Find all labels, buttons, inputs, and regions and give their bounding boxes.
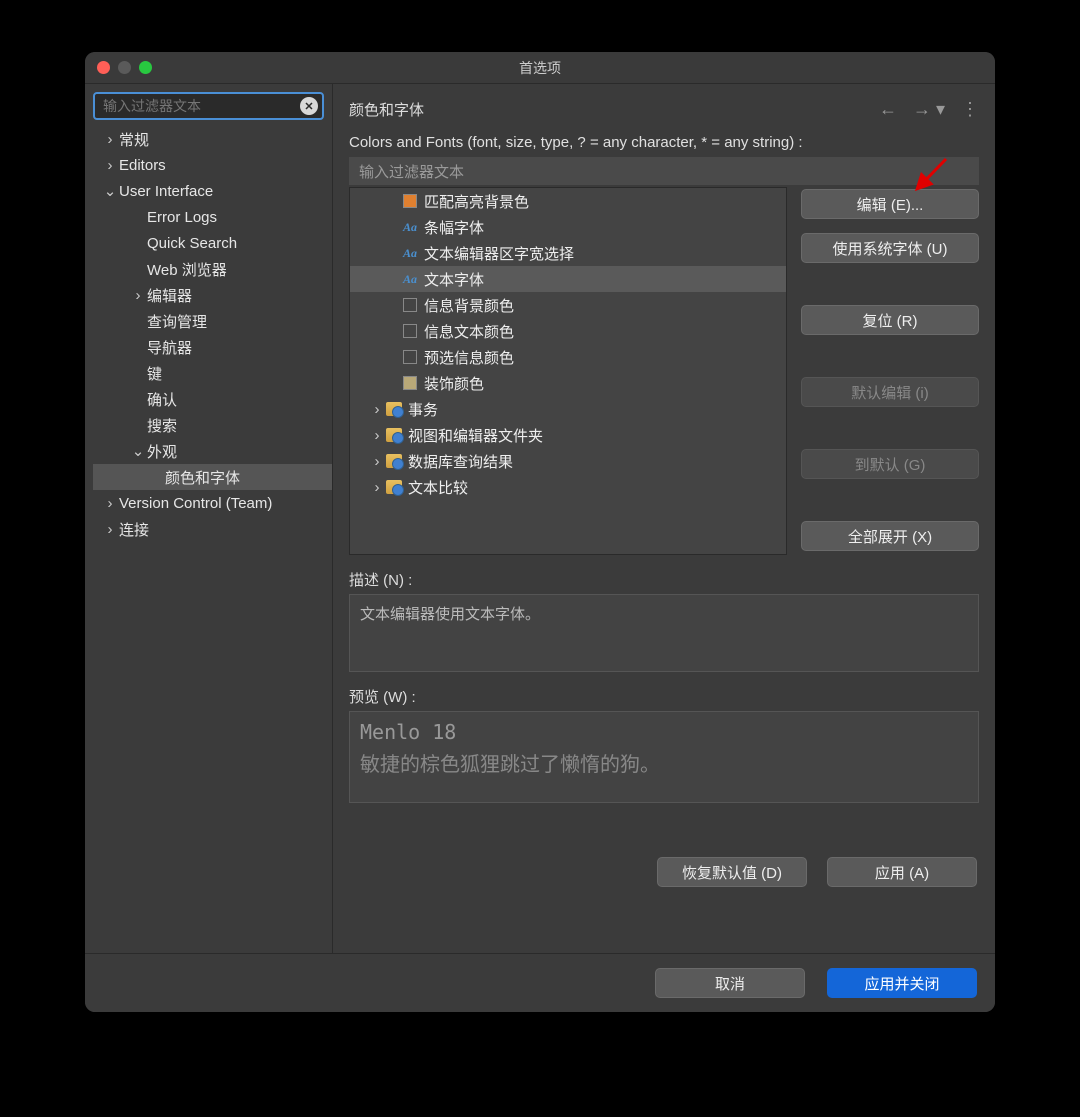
description-text: 文本编辑器使用文本字体。 — [360, 606, 540, 623]
default-edit-button: 默认编辑 (i) — [801, 377, 979, 407]
font-icon: Aa — [402, 271, 418, 287]
preferences-window: 首选项 ›常规›Editors⌄User InterfaceError Logs… — [85, 52, 995, 1012]
description-label: 描述 (N) : — [349, 569, 979, 590]
tree-item[interactable]: 搜索 — [93, 412, 332, 438]
list-item[interactable]: ›视图和编辑器文件夹 — [350, 422, 786, 448]
list-item[interactable]: Aa文本字体 — [350, 266, 786, 292]
tree-item[interactable]: Error Logs — [93, 204, 332, 230]
color-swatch-icon — [402, 323, 418, 339]
font-icon: Aa — [402, 219, 418, 235]
tree-item[interactable]: 键 — [93, 360, 332, 386]
list-item[interactable]: 匹配高亮背景色 — [350, 188, 786, 214]
list-filter-input[interactable]: 输入过滤器文本 — [349, 157, 979, 185]
preview-sample-text: 敏捷的棕色狐狸跳过了懒惰的狗。 — [360, 748, 968, 777]
color-swatch-icon — [402, 375, 418, 391]
filter-placeholder: 输入过滤器文本 — [359, 161, 464, 182]
list-item[interactable]: Aa文本编辑器区字宽选择 — [350, 240, 786, 266]
description-box: 文本编辑器使用文本字体。 — [349, 594, 979, 672]
sidebar-filter-input[interactable] — [93, 92, 324, 120]
list-item[interactable]: ›数据库查询结果 — [350, 448, 786, 474]
tree-item[interactable]: Quick Search — [93, 230, 332, 256]
nav-forward-icon[interactable]: → ▾ — [913, 99, 945, 120]
folder-icon — [386, 453, 402, 469]
nav-back-icon[interactable]: ← — [879, 99, 897, 120]
cancel-button[interactable]: 取消 — [655, 968, 805, 998]
tree-item[interactable]: 导航器 — [93, 334, 332, 360]
folder-icon — [386, 427, 402, 443]
expand-all-button[interactable]: 全部展开 (X) — [801, 521, 979, 551]
tree-item[interactable]: 颜色和字体 — [93, 464, 332, 490]
list-item[interactable]: 装饰颜色 — [350, 370, 786, 396]
tree-item[interactable]: ›Editors — [93, 152, 332, 178]
to-default-button: 到默认 (G) — [801, 449, 979, 479]
colors-fonts-list[interactable]: 匹配高亮背景色Aa条幅字体Aa文本编辑器区字宽选择Aa文本字体信息背景颜色信息文… — [349, 187, 787, 555]
list-item[interactable]: 预选信息颜色 — [350, 344, 786, 370]
sidebar: ›常规›Editors⌄User InterfaceError LogsQuic… — [85, 84, 333, 953]
menu-icon[interactable]: ⋮ — [961, 99, 979, 120]
use-system-font-button[interactable]: 使用系统字体 (U) — [801, 233, 979, 263]
tree-item[interactable]: ⌄外观 — [93, 438, 332, 464]
folder-icon — [386, 479, 402, 495]
tree-item[interactable]: ›编辑器 — [93, 282, 332, 308]
preview-font-name: Menlo 18 — [360, 720, 968, 744]
folder-icon — [386, 401, 402, 417]
list-item[interactable]: 信息背景颜色 — [350, 292, 786, 318]
tree-item[interactable]: 查询管理 — [93, 308, 332, 334]
tree-item[interactable]: Web 浏览器 — [93, 256, 332, 282]
tree-item[interactable]: 确认 — [93, 386, 332, 412]
dialog-footer: 取消 应用并关闭 — [85, 953, 995, 1012]
page-title: 颜色和字体 — [349, 99, 424, 120]
apply-and-close-button[interactable]: 应用并关闭 — [827, 968, 977, 998]
tree-item[interactable]: ›常规 — [93, 126, 332, 152]
edit-button[interactable]: 编辑 (E)... — [801, 189, 979, 219]
color-swatch-icon — [402, 349, 418, 365]
filter-hint-text: Colors and Fonts (font, size, type, ? = … — [349, 134, 979, 151]
tree-item[interactable]: ›Version Control (Team) — [93, 490, 332, 516]
preview-label: 预览 (W) : — [349, 686, 979, 707]
restore-defaults-button[interactable]: 恢复默认值 (D) — [657, 857, 807, 887]
color-swatch-icon — [402, 297, 418, 313]
preferences-tree: ›常规›Editors⌄User InterfaceError LogsQuic… — [93, 126, 332, 945]
content-panel: 颜色和字体 ← → ▾ ⋮ Colors and Fonts (font, si… — [333, 84, 995, 953]
titlebar: 首选项 — [85, 52, 995, 84]
list-item[interactable]: ›文本比较 — [350, 474, 786, 500]
window-title: 首选项 — [85, 58, 995, 78]
list-item[interactable]: Aa条幅字体 — [350, 214, 786, 240]
tree-item[interactable]: ⌄User Interface — [93, 178, 332, 204]
preview-box: Menlo 18 敏捷的棕色狐狸跳过了懒惰的狗。 — [349, 711, 979, 803]
reset-button[interactable]: 复位 (R) — [801, 305, 979, 335]
font-icon: Aa — [402, 245, 418, 261]
list-item[interactable]: 信息文本颜色 — [350, 318, 786, 344]
color-swatch-icon — [402, 193, 418, 209]
tree-item[interactable]: ›连接 — [93, 516, 332, 542]
action-buttons: 编辑 (E)... 使用系统字体 (U) 复位 (R) 默认编辑 (i) 到默认… — [801, 187, 979, 555]
list-item[interactable]: ›事务 — [350, 396, 786, 422]
apply-button[interactable]: 应用 (A) — [827, 857, 977, 887]
clear-filter-icon[interactable] — [300, 97, 318, 115]
